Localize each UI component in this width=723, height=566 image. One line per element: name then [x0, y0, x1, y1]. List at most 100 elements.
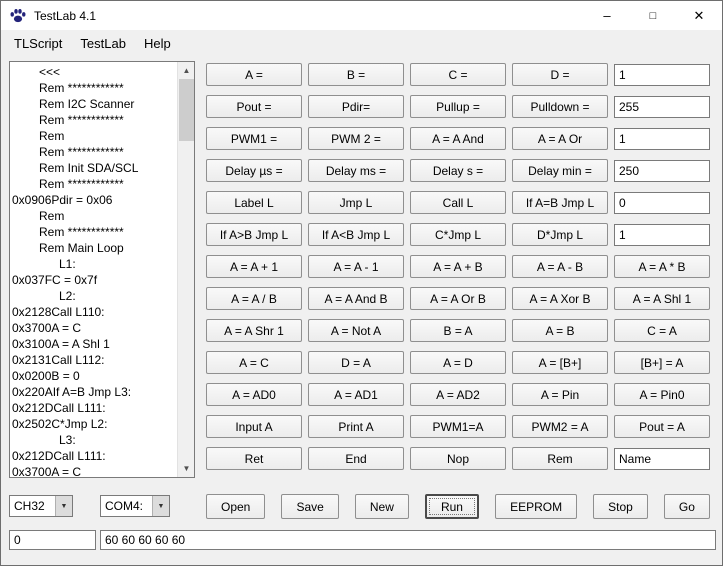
- cmd-button-pout-a[interactable]: Pout = A: [614, 415, 710, 438]
- toolbar-button-run[interactable]: Run: [425, 494, 479, 519]
- cmd-button-a-c[interactable]: A = C: [206, 351, 302, 374]
- cmd-button-pullup[interactable]: Pullup =: [410, 95, 506, 118]
- cmd-button-jmp-l[interactable]: Jmp L: [308, 191, 404, 214]
- listing-line[interactable]: Rem Main Loop: [12, 240, 176, 256]
- toolbar-button-stop[interactable]: Stop: [593, 494, 648, 519]
- cmd-button-if-a-b-jmp-l[interactable]: If A>B Jmp L: [206, 223, 302, 246]
- cmd-button-c-a[interactable]: C = A: [614, 319, 710, 342]
- cmd-button-a-a-and-b[interactable]: A = A And B: [308, 287, 404, 310]
- cmd-button-a-a-b[interactable]: A = A * B: [614, 255, 710, 278]
- cmd-button-a-a-xor-b[interactable]: A = A Xor B: [512, 287, 608, 310]
- cmd-button-a-a-b[interactable]: A = A + B: [410, 255, 506, 278]
- listing-line[interactable]: 0x3700A = C: [12, 464, 176, 476]
- cmd-button-b-a[interactable]: B = A: [410, 319, 506, 342]
- listing-line[interactable]: 0x2128Call L110:: [12, 304, 176, 320]
- scrollbar-thumb[interactable]: [179, 79, 194, 141]
- minimize-button[interactable]: –: [584, 1, 630, 30]
- listing-line[interactable]: 0x3100A = A Shl 1: [12, 336, 176, 352]
- cmd-button-a-ad0[interactable]: A = AD0: [206, 383, 302, 406]
- cmd-button-pwm-2[interactable]: PWM 2 =: [308, 127, 404, 150]
- cmd-button-a-ad2[interactable]: A = AD2: [410, 383, 506, 406]
- listing-line[interactable]: 0x037FC = 0x7f: [12, 272, 176, 288]
- cmd-button-a-ad1[interactable]: A = AD1: [308, 383, 404, 406]
- cmd-button-d[interactable]: D =: [512, 63, 608, 86]
- listing-line[interactable]: Rem Init SDA/SCL: [12, 160, 176, 176]
- scroll-up-button[interactable]: ▲: [178, 62, 195, 79]
- cmd-button-pout[interactable]: Pout =: [206, 95, 302, 118]
- listing-line[interactable]: 0x2131Call L112:: [12, 352, 176, 368]
- cmd-button-a-b[interactable]: A = B: [512, 319, 608, 342]
- listing-line[interactable]: 0x212DCall L111:: [12, 400, 176, 416]
- toolbar-button-open[interactable]: Open: [206, 494, 265, 519]
- cmd-button-pwm1-a[interactable]: PWM1=A: [410, 415, 506, 438]
- cmd-button-if-a-b-jmp-l[interactable]: If A<B Jmp L: [308, 223, 404, 246]
- cmd-button-delay-ms[interactable]: Delay ms =: [308, 159, 404, 182]
- cmd-button-a-a-or-b[interactable]: A = A Or B: [410, 287, 506, 310]
- toolbar-button-go[interactable]: Go: [664, 494, 710, 519]
- cmd-button-delay-s[interactable]: Delay s =: [410, 159, 506, 182]
- cmd-button-c-jmp-l[interactable]: C*Jmp L: [410, 223, 506, 246]
- cmd-button-pwm1[interactable]: PWM1 =: [206, 127, 302, 150]
- cmd-button-pwm2-a[interactable]: PWM2 = A: [512, 415, 608, 438]
- listing-line[interactable]: Rem ************: [12, 144, 176, 160]
- listing-line[interactable]: 0x3700A = C: [12, 320, 176, 336]
- menu-tlscript[interactable]: TLScript: [5, 33, 71, 54]
- cmd-button-c[interactable]: C =: [410, 63, 506, 86]
- listing-line[interactable]: Rem ************: [12, 176, 176, 192]
- listing-line[interactable]: Rem: [12, 208, 176, 224]
- cmd-button-d-a[interactable]: D = A: [308, 351, 404, 374]
- listing-line[interactable]: 0x0200B = 0: [12, 368, 176, 384]
- port-combobox[interactable]: COM4: ▼: [100, 495, 170, 517]
- param-input[interactable]: [614, 192, 710, 214]
- param-input[interactable]: [614, 224, 710, 246]
- listing-line[interactable]: 0x0906Pdir = 0x06: [12, 192, 176, 208]
- listing-line[interactable]: 0x220AIf A=B Jmp L3:: [12, 384, 176, 400]
- cmd-button-pulldown[interactable]: Pulldown =: [512, 95, 608, 118]
- close-button[interactable]: ✕: [676, 1, 722, 30]
- listing-line[interactable]: L2:: [12, 288, 176, 304]
- cmd-button-if-a-b-jmp-l[interactable]: If A=B Jmp L: [512, 191, 608, 214]
- param-input[interactable]: [614, 64, 710, 86]
- cmd-button-a-a-and[interactable]: A = A And: [410, 127, 506, 150]
- cmd-button-delay-min[interactable]: Delay min =: [512, 159, 608, 182]
- cmd-button-call-l[interactable]: Call L: [410, 191, 506, 214]
- cmd-button-end[interactable]: End: [308, 447, 404, 470]
- listing-line[interactable]: Rem ************: [12, 112, 176, 128]
- counter-input[interactable]: [9, 530, 96, 550]
- cmd-button-a-b[interactable]: A = [B+]: [512, 351, 608, 374]
- output-field[interactable]: [100, 530, 716, 550]
- toolbar-button-eeprom[interactable]: EEPROM: [495, 494, 577, 519]
- cmd-button-a-a-1[interactable]: A = A - 1: [308, 255, 404, 278]
- cmd-button-b[interactable]: B =: [308, 63, 404, 86]
- cmd-button-b-a[interactable]: [B+] = A: [614, 351, 710, 374]
- listing-line[interactable]: Rem: [12, 128, 176, 144]
- cmd-button-d-jmp-l[interactable]: D*Jmp L: [512, 223, 608, 246]
- param-input[interactable]: [614, 160, 710, 182]
- scroll-down-button[interactable]: ▼: [178, 460, 195, 477]
- toolbar-button-save[interactable]: Save: [281, 494, 338, 519]
- cmd-button-input-a[interactable]: Input A: [206, 415, 302, 438]
- param-input[interactable]: [614, 448, 710, 470]
- cmd-button-pdir[interactable]: Pdir=: [308, 95, 404, 118]
- cmd-button-a-a-b[interactable]: A = A / B: [206, 287, 302, 310]
- listing-line[interactable]: Rem I2C Scanner: [12, 96, 176, 112]
- cmd-button-print-a[interactable]: Print A: [308, 415, 404, 438]
- cmd-button-rem[interactable]: Rem: [512, 447, 608, 470]
- cmd-button-a-a-b[interactable]: A = A - B: [512, 255, 608, 278]
- menu-testlab[interactable]: TestLab: [71, 33, 135, 54]
- param-input[interactable]: [614, 96, 710, 118]
- listing-line[interactable]: 0x212DCall L111:: [12, 448, 176, 464]
- toolbar-button-new[interactable]: New: [355, 494, 409, 519]
- listing-line[interactable]: 0x2502C*Jmp L2:: [12, 416, 176, 432]
- listing-line[interactable]: Rem ************: [12, 224, 176, 240]
- maximize-button[interactable]: □: [630, 1, 676, 30]
- cmd-button-a-a-shr-1[interactable]: A = A Shr 1: [206, 319, 302, 342]
- listing-line[interactable]: L1:: [12, 256, 176, 272]
- cmd-button-label-l[interactable]: Label L: [206, 191, 302, 214]
- menu-help[interactable]: Help: [135, 33, 180, 54]
- param-input[interactable]: [614, 128, 710, 150]
- cmd-button-a-pin[interactable]: A = Pin: [512, 383, 608, 406]
- device-combobox[interactable]: CH32 ▼: [9, 495, 73, 517]
- listing-line[interactable]: <<<: [12, 64, 176, 80]
- cmd-button-nop[interactable]: Nop: [410, 447, 506, 470]
